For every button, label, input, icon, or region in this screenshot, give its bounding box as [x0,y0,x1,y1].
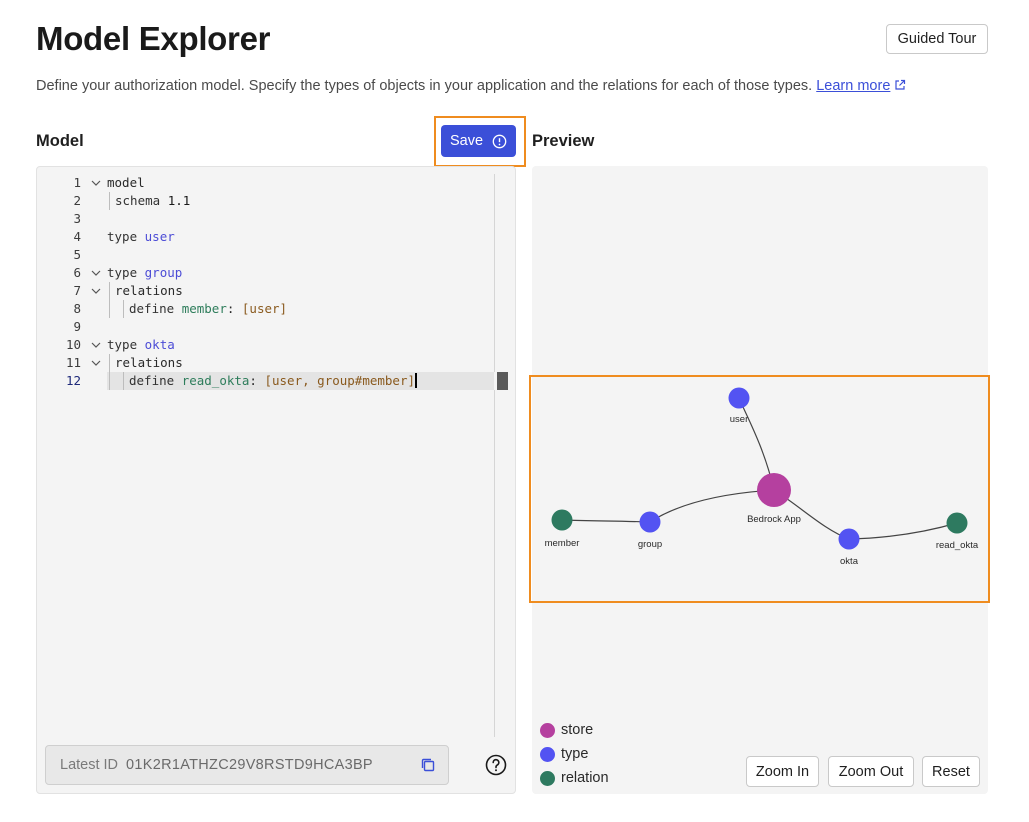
indent-guide [109,282,110,300]
code-text: define read_okta: [user, group#member] [129,373,417,388]
line-number: 3 [73,211,81,226]
description-text: Define your authorization model. Specify… [36,78,813,94]
learn-more-label: Learn more [816,78,891,94]
code-line[interactable]: 4 type user [37,228,507,246]
line-number: 6 [73,265,81,280]
latest-id-field: Latest ID 01K2R1ATHZC29V8RSTD9HCA3BP [45,745,449,785]
legend-label: type [561,746,589,762]
latest-id-label: Latest ID [60,757,119,773]
page-title: Model Explorer [36,20,271,57]
line-number: 4 [73,229,81,244]
legend-label: store [561,722,594,738]
guided-tour-button[interactable]: Guided Tour [886,24,988,54]
zoom-in-button[interactable]: Zoom In [746,756,819,787]
code-line[interactable]: 2 schema 1.1 [37,192,507,210]
graph-legend: store type relation [540,718,609,790]
line-number: 10 [65,337,81,352]
legend-swatch [540,722,555,738]
legend-label: relation [561,770,609,786]
code-line[interactable]: 1 model [37,174,507,192]
model-section-title: Model [36,132,84,150]
code-text: type group [107,265,183,280]
line-number: 7 [73,283,81,298]
indent-guide [109,372,110,390]
graph-highlight-box [529,375,990,603]
legend-item-store: store [540,718,609,742]
indent-guide [123,300,124,318]
code-line[interactable]: 7 relations [37,282,507,300]
code-editor[interactable]: 1 model 2 schema 1.1 3 4 type user 5 6 type group… [36,166,516,794]
warning-circle-icon [492,134,507,148]
legend-swatch [540,770,555,786]
page-description: Define your authorization model. Specify… [36,78,906,94]
code-text: relations [115,283,183,298]
code-text: relations [115,355,183,370]
code-line[interactable]: 6 type group [37,264,507,282]
indent-guide [109,354,110,372]
code-text: type user [107,229,175,244]
fold-chevron-icon[interactable] [91,358,101,368]
code-lines[interactable]: 1 model 2 schema 1.1 3 4 type user 5 6 type group… [37,174,507,390]
code-text: define member: [user] [129,301,288,316]
line-number: 8 [73,301,81,316]
line-number: 1 [73,175,81,190]
line-number: 5 [73,247,81,262]
code-line[interactable]: 3 [37,210,507,228]
legend-swatch [540,746,555,762]
code-line[interactable]: 11 relations [37,354,507,372]
code-line[interactable]: 8 define member: [user] [37,300,507,318]
line-number: 9 [73,319,81,334]
text-cursor [415,373,417,388]
fold-chevron-icon[interactable] [91,178,101,188]
line-number: 11 [65,355,81,370]
line-number: 2 [73,193,81,208]
editor-scroll-thumb[interactable] [494,372,508,390]
line-number: 12 [65,373,81,388]
indent-guide [109,192,110,210]
indent-guide [123,372,124,390]
preview-section-title: Preview [532,132,595,150]
fold-chevron-icon[interactable] [91,286,101,296]
copy-icon[interactable] [420,757,436,773]
code-text: type okta [107,337,175,352]
latest-id-value: 01K2R1ATHZC29V8RSTD9HCA3BP [126,757,373,773]
save-button[interactable]: Save [441,125,516,157]
fold-chevron-icon[interactable] [91,268,101,278]
editor-scrollbar[interactable] [494,174,508,737]
zoom-out-button[interactable]: Zoom Out [828,756,914,787]
code-line[interactable]: 5 [37,246,507,264]
reset-button[interactable]: Reset [922,756,980,787]
external-link-icon [895,79,906,90]
legend-item-type: type [540,742,609,766]
save-label: Save [449,133,484,149]
indent-guide [109,300,110,318]
code-line[interactable]: 9 [37,318,507,336]
code-line[interactable]: 10 type okta [37,336,507,354]
code-line[interactable]: 12 define read_okta: [user, group#member] [37,372,507,390]
code-text: model [107,175,145,190]
code-text: schema 1.1 [115,193,191,208]
fold-chevron-icon[interactable] [91,340,101,350]
legend-item-relation: relation [540,766,609,790]
help-icon[interactable] [485,754,507,776]
learn-more-link[interactable]: Learn more [816,78,906,94]
